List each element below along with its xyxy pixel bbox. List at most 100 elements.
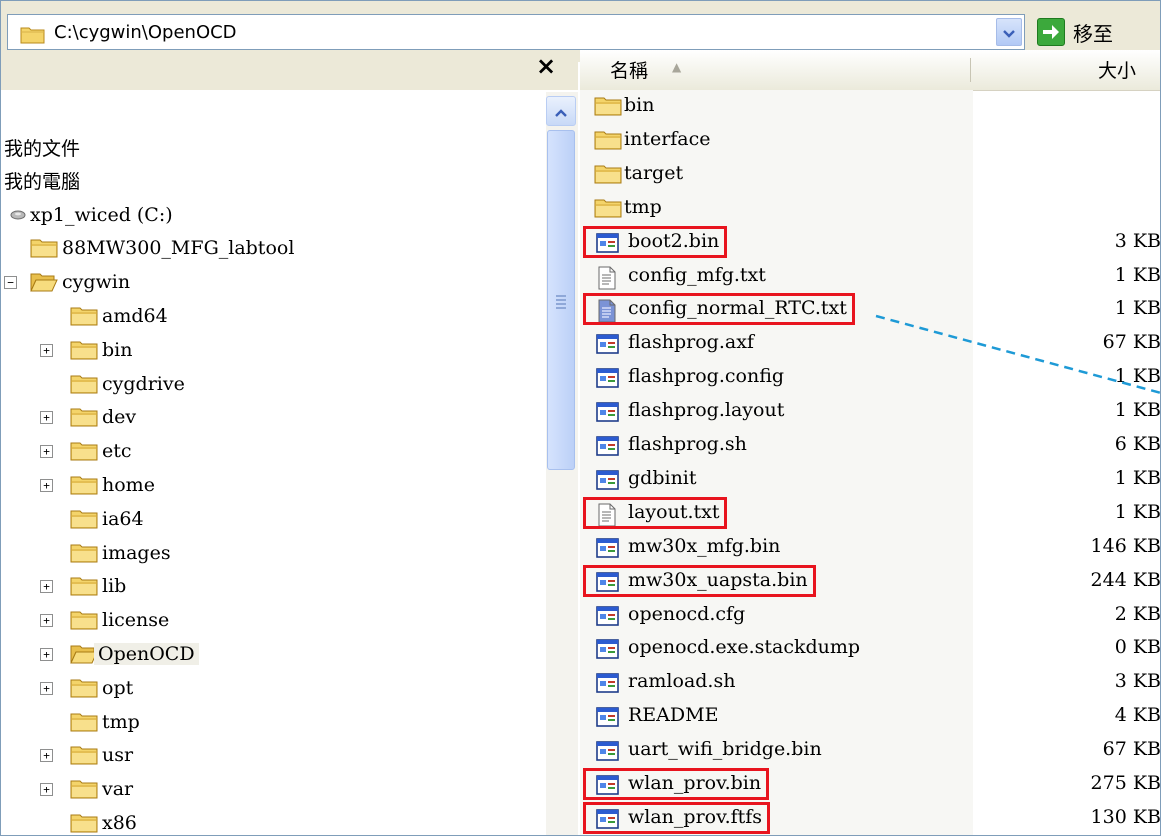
tree-item[interactable]: + var <box>40 774 133 804</box>
file-size: 275 KB <box>1090 772 1161 794</box>
tree-item[interactable]: tmp <box>70 707 140 737</box>
address-bar[interactable]: C:\cygwin\OpenOCD <box>7 14 1025 50</box>
file-size: 1 KB <box>1114 297 1161 320</box>
file-row[interactable]: flashprog.axf 67 KB <box>580 327 1161 361</box>
scroll-up-button[interactable] <box>546 96 576 126</box>
expand-icon[interactable]: + <box>40 681 53 695</box>
tree-item[interactable]: amd64 <box>70 301 168 331</box>
tree-scrollbar[interactable] <box>546 92 578 836</box>
expand-icon[interactable]: + <box>40 411 53 425</box>
text-file-icon <box>596 266 618 294</box>
file-row[interactable]: uart_wifi_bridge.bin 67 KB <box>580 734 1161 768</box>
expand-icon[interactable]: + <box>40 648 53 661</box>
expand-icon[interactable]: + <box>40 749 53 763</box>
tree-item[interactable]: + license <box>40 605 169 635</box>
column-divider[interactable] <box>970 58 971 82</box>
file-size: 244 KB <box>1090 568 1161 591</box>
file-row[interactable]: flashprog.sh 6 KB <box>580 429 1161 463</box>
file-row[interactable]: ramload.sh 3 KB <box>580 666 1161 700</box>
tree-item-label: images <box>102 541 171 564</box>
tree-item[interactable]: 我的電腦 <box>0 166 80 196</box>
file-row[interactable]: flashprog.layout 1 KB <box>580 395 1161 429</box>
tree-item-label: opt <box>102 676 134 699</box>
file-row[interactable]: target <box>580 158 1161 192</box>
tree-item-label: usr <box>102 744 134 767</box>
highlight-box <box>583 801 770 834</box>
highlight-box <box>583 496 727 529</box>
file-row[interactable]: gdbinit 1 KB <box>580 463 1161 497</box>
folder-tree: 我的文件我的電腦 xp1_wiced (C:) 88MW300_MFG_labtoo… <box>0 90 546 836</box>
file-name: tmp <box>624 195 662 218</box>
close-pane-button[interactable]: × <box>536 52 556 80</box>
file-row[interactable]: bin <box>580 90 1161 124</box>
address-dropdown-button[interactable] <box>996 18 1022 46</box>
file-row[interactable]: wlan_prov.bin 275 KB <box>580 768 1161 802</box>
address-path[interactable]: C:\cygwin\OpenOCD <box>54 22 237 43</box>
expand-icon[interactable]: + <box>40 479 53 492</box>
tree-item[interactable]: x86 <box>70 808 137 836</box>
expand-icon[interactable]: + <box>40 580 53 594</box>
column-header-size[interactable]: 大小 <box>1098 56 1136 83</box>
tree-item-label: ia64 <box>102 507 144 530</box>
tree-item[interactable]: cygdrive <box>70 369 185 399</box>
file-row[interactable]: tmp <box>580 192 1161 226</box>
chevron-down-icon <box>1003 23 1015 42</box>
file-row[interactable]: config_mfg.txt 1 KB <box>580 260 1161 294</box>
tree-item[interactable]: + dev <box>40 402 136 432</box>
file-row[interactable]: interface <box>580 124 1161 158</box>
go-button[interactable]: 移至 <box>1037 15 1161 49</box>
file-row[interactable]: mw30x_uapsta.bin 244 KB <box>580 564 1161 599</box>
file-size: 1 KB <box>1114 263 1161 286</box>
file-size: 3 KB <box>1114 229 1161 252</box>
highlight-box <box>583 225 727 258</box>
expand-icon[interactable]: + <box>40 614 53 628</box>
file-row[interactable]: wlan_prov.ftfs 130 KB <box>580 801 1161 836</box>
tree-item[interactable]: ia64 <box>70 504 144 534</box>
file-size: 0 KB <box>1114 636 1161 659</box>
collapse-icon[interactable]: − <box>4 276 17 290</box>
file-row[interactable]: config_normal_RTC.txt 1 KB <box>580 293 1161 327</box>
tree-item[interactable]: + opt <box>40 673 134 703</box>
file-row[interactable]: mw30x_mfg.bin 146 KB <box>580 531 1161 565</box>
folder-icon <box>70 711 98 733</box>
expand-icon[interactable]: + <box>40 343 53 357</box>
file-row[interactable]: layout.txt 1 KB <box>580 496 1161 531</box>
column-header-name[interactable]: 名稱 <box>610 56 648 83</box>
tree-item[interactable]: xp1_wiced (C:) <box>10 200 173 230</box>
file-name: ramload.sh <box>628 670 736 693</box>
tree-item[interactable]: − cygwin <box>4 267 130 297</box>
file-name: target <box>624 161 684 184</box>
tree-item[interactable]: + lib <box>40 571 126 601</box>
application-file-icon <box>596 367 620 393</box>
tree-item[interactable]: images <box>70 538 171 568</box>
file-row[interactable]: README 4 KB <box>580 700 1161 734</box>
tree-item[interactable]: + home <box>40 470 155 500</box>
file-name: mw30x_mfg.bin <box>628 534 781 557</box>
file-name: uart_wifi_bridge.bin <box>628 738 822 761</box>
folder-icon <box>70 406 98 428</box>
tree-item-label: etc <box>102 440 132 463</box>
scrollbar-thumb[interactable] <box>547 130 575 470</box>
file-row[interactable]: openocd.cfg 2 KB <box>580 599 1161 633</box>
folder-icon <box>70 440 98 462</box>
expand-icon[interactable]: + <box>40 783 53 797</box>
sort-ascending-icon: ▲ <box>672 60 682 74</box>
tree-item[interactable]: + bin <box>40 335 132 365</box>
tree-item[interactable]: + etc <box>40 436 132 466</box>
tree-item-label: 88MW300_MFG_labtool <box>62 237 295 260</box>
application-file-icon <box>596 435 620 461</box>
tree-item[interactable]: + OpenOCD <box>40 639 199 669</box>
file-name: bin <box>624 94 655 116</box>
expand-icon[interactable]: + <box>40 445 53 459</box>
file-row[interactable]: boot2.bin 3 KB <box>580 225 1161 260</box>
file-row[interactable]: flashprog.config 1 KB <box>580 361 1161 395</box>
tree-item[interactable]: 我的文件 <box>0 132 80 162</box>
tree-item-label: home <box>102 474 155 496</box>
file-row[interactable]: openocd.exe.stackdump 0 KB <box>580 632 1161 666</box>
go-arrow-icon <box>1037 18 1065 46</box>
file-name: flashprog.axf <box>628 331 754 354</box>
tree-item[interactable]: 88MW300_MFG_labtool <box>30 233 294 263</box>
file-size: 2 KB <box>1114 602 1161 625</box>
file-size: 1 KB <box>1114 365 1161 388</box>
tree-item[interactable]: + usr <box>40 740 134 770</box>
